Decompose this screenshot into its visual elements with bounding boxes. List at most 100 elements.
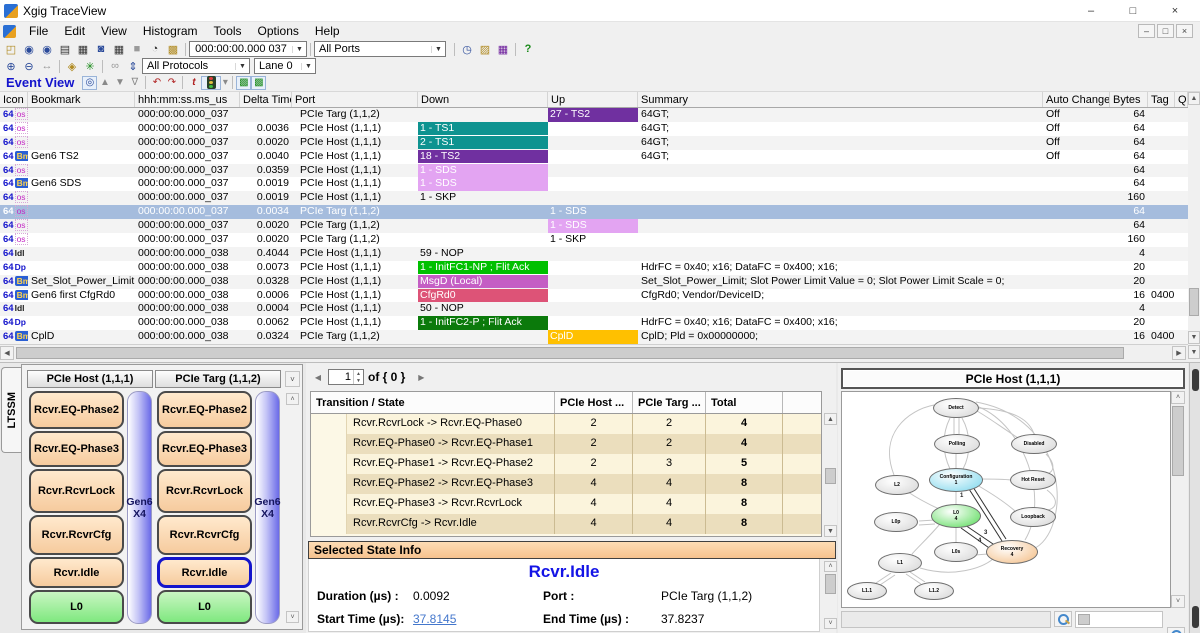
diagram-hscroll-track[interactable] xyxy=(841,611,1051,628)
state-node[interactable]: Detect xyxy=(933,398,979,418)
export-trace-icon[interactable]: ◉ xyxy=(38,42,56,57)
chevron-down-icon[interactable]: ▾ xyxy=(221,76,229,90)
restore-button[interactable]: □ xyxy=(1112,0,1154,22)
stop-icon[interactable]: ■ xyxy=(128,42,146,57)
diagram-zoom-in-icon[interactable] xyxy=(1167,627,1185,633)
scroll-thumb[interactable] xyxy=(1189,288,1199,316)
trace-row[interactable]: 64os 000:00:00.000_037 0.0019 PCIe Host … xyxy=(0,191,1188,205)
trace-row[interactable]: 64Dp 000:00:00.000_038 0.0062 PCIe Host … xyxy=(0,316,1188,330)
ltssm-host-header[interactable]: PCIe Host (1,1,1) xyxy=(27,370,153,388)
timer-icon[interactable]: ◷ xyxy=(458,42,476,57)
clock-icon[interactable]: ◔ xyxy=(146,42,164,57)
ltssm-state[interactable]: L0 xyxy=(157,590,252,624)
state-node[interactable]: L1 xyxy=(878,553,922,573)
corner-scroll-down-icon[interactable]: ▼ xyxy=(1188,345,1200,359)
trace-row[interactable]: 64os 000:00:00.000_037 PCIe Targ (1,1,2)… xyxy=(0,108,1188,122)
prev-event-icon[interactable]: ▲ xyxy=(97,76,112,90)
trace-row[interactable]: 64os 000:00:00.000_037 0.0359 PCIe Host … xyxy=(0,164,1188,178)
menu-item[interactable]: Options xyxy=(250,24,307,38)
transition-vscrollbar[interactable]: ▲ ▼ xyxy=(824,413,837,537)
state-node[interactable]: L0p xyxy=(874,512,918,532)
trace-row[interactable]: 64os 000:00:00.000_037 0.0034 PCIe Targ … xyxy=(0,205,1188,219)
menu-item[interactable]: Edit xyxy=(56,24,93,38)
ltssm-state[interactable]: Rcvr.EQ-Phase3 xyxy=(29,431,124,467)
save-icon[interactable]: ▤ xyxy=(56,42,74,57)
col-port[interactable]: Port xyxy=(292,92,418,107)
ports-select[interactable]: All Ports ▼ xyxy=(314,41,446,57)
traffic-light-icon[interactable] xyxy=(201,76,221,90)
lane-select[interactable]: Lane 0 ▼ xyxy=(254,58,316,74)
trace-vscrollbar[interactable]: ▲ ▼ xyxy=(1188,92,1200,344)
trace-hscrollbar[interactable]: ◀ ▶ xyxy=(0,344,1188,360)
protocols-select[interactable]: All Protocols ▼ xyxy=(142,58,250,74)
start-time-link[interactable]: 37.8145 xyxy=(413,612,543,626)
transition-row[interactable]: Rcvr.EQ-Phase0 -> Rcvr.EQ-Phase1 2 2 4 xyxy=(311,434,821,454)
tab-ltssm[interactable]: LTSSM xyxy=(1,367,21,453)
col-auto-change[interactable]: Auto Change xyxy=(1043,92,1110,107)
scroll-up-icon[interactable]: ˄ xyxy=(1171,391,1185,404)
view-settings-icon[interactable]: ▩ xyxy=(164,42,182,57)
nav-next-icon[interactable]: ▶ xyxy=(415,370,427,384)
col-down[interactable]: Down xyxy=(418,92,548,107)
scroll-up-icon[interactable]: ˄ xyxy=(286,393,299,405)
import-trace-icon[interactable]: ◉ xyxy=(20,42,38,57)
transition-row[interactable]: Rcvr.EQ-Phase3 -> Rcvr.RcvrLock 4 4 8 xyxy=(311,494,821,514)
slider-thumb[interactable] xyxy=(1078,614,1090,625)
menu-item[interactable]: File xyxy=(21,24,56,38)
menu-item[interactable]: Tools xyxy=(206,24,250,38)
scroll-down-icon[interactable]: ˅ xyxy=(286,611,299,623)
ltssm-state[interactable]: Rcvr.RcvrLock xyxy=(157,469,252,513)
spin-up-icon[interactable]: ▲ xyxy=(354,370,363,377)
trace-row[interactable]: 64Bm Gen6 TS2 000:00:00.000_037 0.0040 P… xyxy=(0,150,1188,164)
transition-row[interactable]: Rcvr.RcvrLock -> Rcvr.EQ-Phase0 2 2 4 xyxy=(311,414,821,434)
trace-row[interactable]: 64os 000:00:00.000_037 0.0020 PCIe Targ … xyxy=(0,233,1188,247)
ltssm-targ-header[interactable]: PCIe Targ (1,1,2) xyxy=(155,370,281,388)
chevron-down-icon[interactable]: ▼ xyxy=(301,63,315,70)
menu-item[interactable]: Help xyxy=(307,24,348,38)
next-event-icon[interactable]: ▼ xyxy=(112,76,127,90)
state-node[interactable]: L2 xyxy=(875,475,919,495)
open-trace-icon[interactable]: ◰ xyxy=(2,42,20,57)
trace-row[interactable]: 64Idl 000:00:00.000_038 0.4044 PCIe Host… xyxy=(0,247,1188,261)
ltssm-state[interactable]: Rcvr.Idle xyxy=(29,557,124,588)
transition-row[interactable]: Rcvr.EQ-Phase2 -> Rcvr.EQ-Phase3 4 4 8 xyxy=(311,474,821,494)
ltssm-state[interactable]: Rcvr.EQ-Phase2 xyxy=(29,391,124,429)
col-time[interactable]: hhh:mm:ss.ms_us xyxy=(135,92,240,107)
ltssm-dropdown-icon[interactable]: ˅ xyxy=(285,371,300,387)
close-button[interactable]: × xyxy=(1154,0,1196,22)
scroll-down-icon[interactable]: ▼ xyxy=(1188,331,1200,344)
state-node[interactable]: L04 xyxy=(931,504,981,528)
state-node[interactable]: L1.1 xyxy=(847,582,887,600)
col-pcie-host[interactable]: PCIe Host ... xyxy=(555,392,633,413)
col-up[interactable]: Up xyxy=(548,92,638,107)
scroll-down-icon[interactable]: ▼ xyxy=(824,525,837,537)
col-icon[interactable]: Icon xyxy=(0,92,28,107)
scroll-thumb[interactable] xyxy=(16,347,1124,359)
trigger-icon[interactable]: t xyxy=(186,76,201,90)
col-total[interactable]: Total xyxy=(706,392,783,413)
splitter-grip[interactable] xyxy=(1192,369,1199,391)
col-transition-state[interactable]: Transition / State xyxy=(311,392,555,413)
transition-row[interactable]: Rcvr.EQ-Phase1 -> Rcvr.EQ-Phase2 2 3 5 xyxy=(311,454,821,474)
diagram-zoom-out-icon[interactable] xyxy=(1054,611,1072,627)
state-node[interactable]: L1.2 xyxy=(914,582,954,600)
chevron-down-icon[interactable]: ▼ xyxy=(431,46,445,53)
state-node[interactable]: Polling xyxy=(934,434,980,454)
filter-icon[interactable]: ∇ xyxy=(127,76,142,90)
scroll-left-icon[interactable]: ◀ xyxy=(0,346,14,360)
grid-view-icon[interactable]: ▦ xyxy=(110,42,128,57)
transition-row[interactable]: Rcvr.RcvrCfg -> Rcvr.Idle 4 4 8 xyxy=(311,514,821,534)
trace-row[interactable]: 64Bm Gen6 first CfgRd0 000:00:00.000_038… xyxy=(0,289,1188,303)
col-bytes[interactable]: Bytes xyxy=(1110,92,1148,107)
col-queue[interactable]: Qu xyxy=(1175,92,1188,107)
ltssm-state[interactable]: Rcvr.RcvrLock xyxy=(29,469,124,513)
scroll-thumb[interactable] xyxy=(825,468,836,484)
snowflake-icon[interactable]: ✳ xyxy=(81,59,99,74)
scroll-up-icon[interactable]: ▲ xyxy=(824,413,837,425)
state-node[interactable]: Configuration1 xyxy=(929,468,983,492)
state-node[interactable]: L0s xyxy=(934,542,978,562)
scroll-down-icon[interactable]: ˅ xyxy=(824,618,837,629)
scroll-right-icon[interactable]: ▶ xyxy=(1172,346,1186,360)
diagram-vscrollbar[interactable]: ˄ ˅ xyxy=(1171,391,1185,608)
jump-forward-icon[interactable]: ↷ xyxy=(164,76,179,90)
